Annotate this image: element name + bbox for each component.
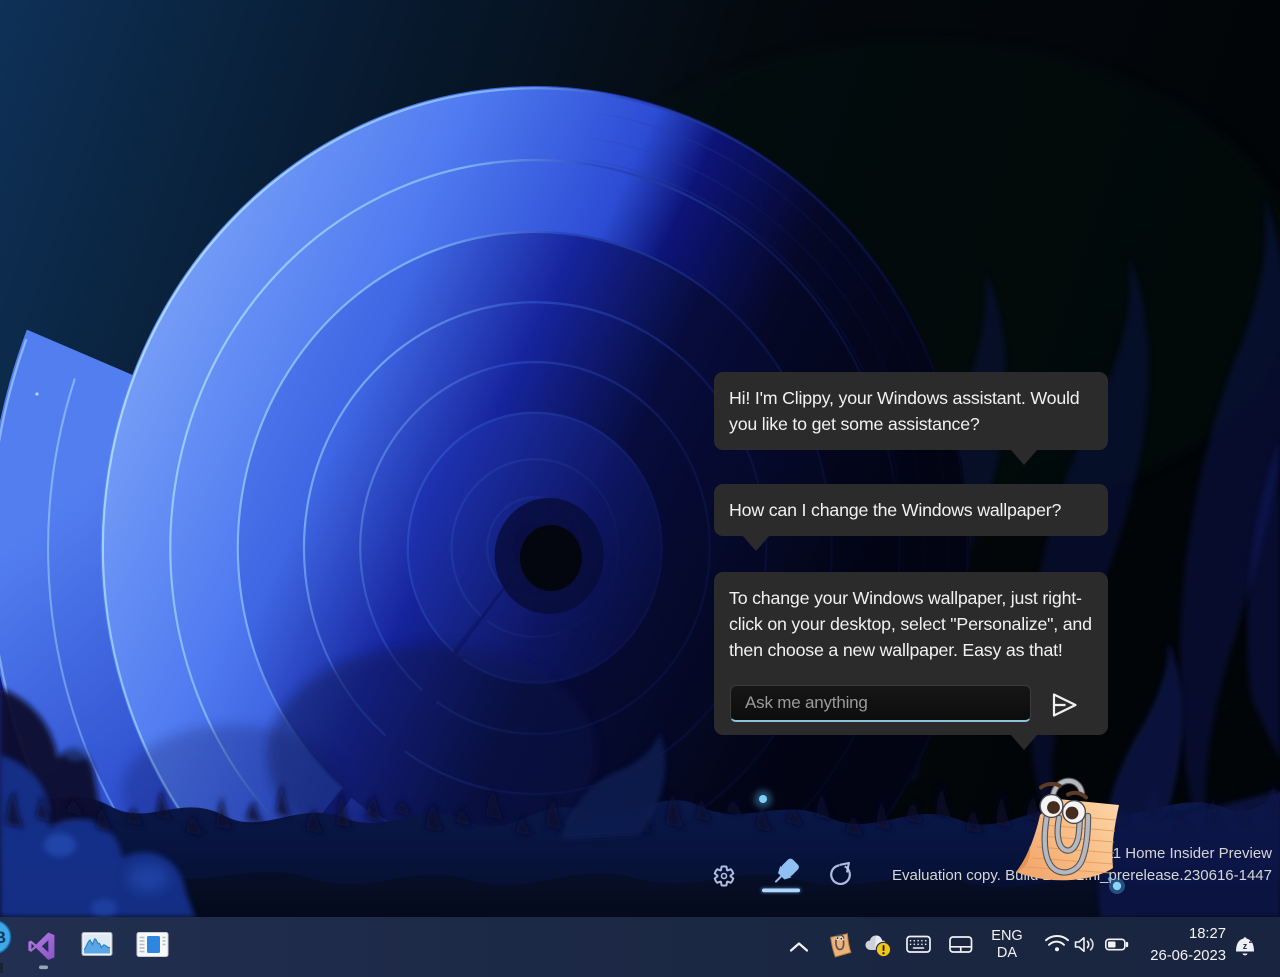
svg-text:B: B — [0, 928, 6, 947]
svg-text:z: z — [1243, 941, 1248, 951]
svg-text:z: z — [1249, 938, 1253, 945]
